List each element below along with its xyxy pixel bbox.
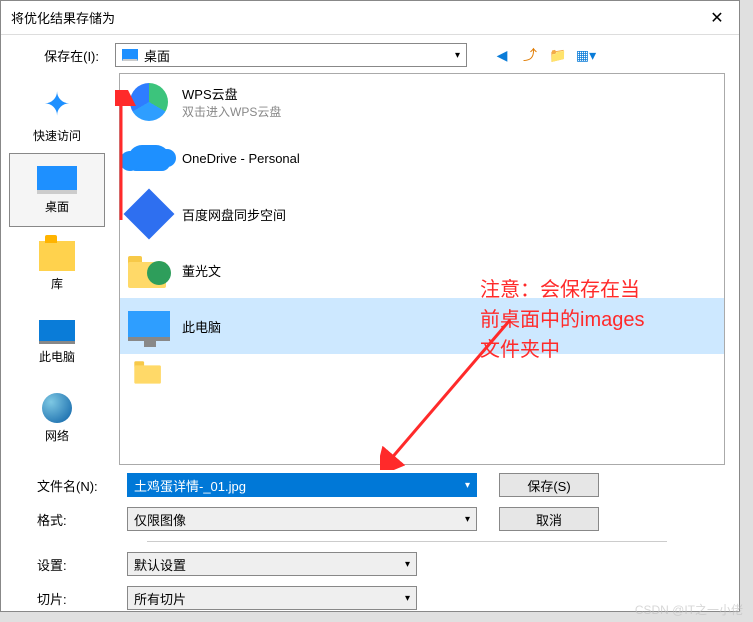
sidebar-item-network[interactable]: 网络 bbox=[9, 381, 105, 455]
list-item-title: 百度网盘同步空间 bbox=[182, 205, 286, 224]
location-dropdown[interactable]: 桌面 ▾ bbox=[115, 43, 467, 67]
format-label: 格式: bbox=[15, 510, 127, 529]
save-in-label: 保存在(I): bbox=[15, 46, 107, 65]
onedrive-icon bbox=[128, 145, 170, 171]
save-button[interactable]: 保存(S) bbox=[499, 473, 599, 497]
pc-icon bbox=[39, 320, 75, 344]
sidebar-item-label: 网络 bbox=[45, 427, 69, 444]
slice-dropdown[interactable]: 所有切片 ▾ bbox=[127, 586, 417, 610]
sidebar-item-quick-access[interactable]: ✦ 快速访问 bbox=[9, 77, 105, 151]
filename-value: 土鸡蛋详情-_01.jpg bbox=[134, 476, 246, 495]
user-avatar-icon bbox=[147, 261, 171, 285]
close-icon: ✕ bbox=[710, 8, 723, 28]
baidu-netdisk-icon bbox=[124, 189, 175, 240]
settings-value: 默认设置 bbox=[134, 555, 186, 574]
sidebar-item-libraries[interactable]: 库 bbox=[9, 229, 105, 303]
chevron-down-icon: ▾ bbox=[465, 480, 470, 491]
list-item[interactable]: 百度网盘同步空间 bbox=[120, 186, 724, 242]
desktop-icon bbox=[37, 166, 77, 194]
chevron-down-icon: ▾ bbox=[455, 50, 460, 61]
location-row: 保存在(I): 桌面 ▾ ◀ ⤴ 📁 ▦▾ bbox=[1, 35, 739, 73]
chevron-down-icon: ▾ bbox=[465, 514, 470, 525]
slice-label: 切片: bbox=[15, 589, 127, 608]
format-dropdown[interactable]: 仅限图像 ▾ bbox=[127, 507, 477, 531]
libraries-icon bbox=[39, 241, 75, 271]
save-as-dialog: 将优化结果存储为 ✕ 保存在(I): 桌面 ▾ ◀ ⤴ 📁 ▦▾ ✦ 快速访问 … bbox=[0, 0, 740, 612]
list-item[interactable]: 董光文 bbox=[120, 242, 724, 298]
format-value: 仅限图像 bbox=[134, 510, 186, 529]
list-item-title: OneDrive - Personal bbox=[182, 151, 300, 166]
list-item-title: 此电脑 bbox=[182, 317, 221, 336]
list-item[interactable]: 此电脑 bbox=[120, 298, 724, 354]
folder-icon bbox=[134, 358, 163, 383]
sidebar-item-label: 此电脑 bbox=[39, 348, 75, 365]
wps-cloud-icon bbox=[130, 83, 168, 121]
close-button[interactable]: ✕ bbox=[695, 2, 739, 34]
up-icon[interactable]: ⤴ bbox=[521, 46, 539, 64]
filename-input[interactable]: 土鸡蛋详情-_01.jpg ▾ bbox=[127, 473, 477, 497]
places-sidebar: ✦ 快速访问 桌面 库 此电脑 网络 bbox=[1, 73, 113, 465]
location-value: 桌面 bbox=[144, 46, 170, 65]
sidebar-item-label: 快速访问 bbox=[33, 127, 81, 144]
sidebar-item-this-pc[interactable]: 此电脑 bbox=[9, 305, 105, 379]
desktop-icon bbox=[122, 49, 138, 61]
list-item[interactable]: OneDrive - Personal bbox=[120, 130, 724, 186]
list-item[interactable]: WPS云盘 双击进入WPS云盘 bbox=[120, 74, 724, 130]
chevron-down-icon: ▾ bbox=[405, 559, 410, 570]
slice-value: 所有切片 bbox=[134, 589, 186, 608]
sidebar-item-label: 桌面 bbox=[45, 198, 69, 215]
sidebar-item-label: 库 bbox=[51, 275, 63, 292]
view-menu-icon[interactable]: ▦▾ bbox=[577, 46, 595, 64]
titlebar: 将优化结果存储为 ✕ bbox=[1, 1, 739, 35]
dialog-title: 将优化结果存储为 bbox=[11, 8, 115, 27]
cancel-button[interactable]: 取消 bbox=[499, 507, 599, 531]
pc-icon bbox=[128, 311, 170, 341]
form-area: 文件名(N): 土鸡蛋详情-_01.jpg ▾ 保存(S) 格式: 仅限图像 ▾… bbox=[1, 465, 739, 610]
globe-icon bbox=[42, 393, 72, 423]
divider bbox=[147, 541, 667, 542]
filename-label: 文件名(N): bbox=[15, 476, 127, 495]
new-folder-icon[interactable]: 📁 bbox=[549, 46, 567, 64]
settings-dropdown[interactable]: 默认设置 ▾ bbox=[127, 552, 417, 576]
back-icon[interactable]: ◀ bbox=[493, 46, 511, 64]
file-list[interactable]: WPS云盘 双击进入WPS云盘 OneDrive - Personal 百度网盘… bbox=[119, 73, 725, 465]
list-item-title: 董光文 bbox=[182, 261, 221, 280]
nav-toolbar: ◀ ⤴ 📁 ▦▾ bbox=[493, 46, 595, 64]
list-item[interactable] bbox=[120, 354, 724, 388]
chevron-down-icon: ▾ bbox=[405, 593, 410, 604]
list-item-subtitle: 双击进入WPS云盘 bbox=[182, 103, 281, 120]
list-item-title: WPS云盘 bbox=[182, 84, 281, 103]
dialog-body: ✦ 快速访问 桌面 库 此电脑 网络 bbox=[1, 73, 739, 465]
settings-label: 设置: bbox=[15, 555, 127, 574]
star-icon: ✦ bbox=[44, 85, 71, 123]
watermark: CSDN @IT之一小佬 bbox=[635, 601, 743, 618]
sidebar-item-desktop[interactable]: 桌面 bbox=[9, 153, 105, 227]
